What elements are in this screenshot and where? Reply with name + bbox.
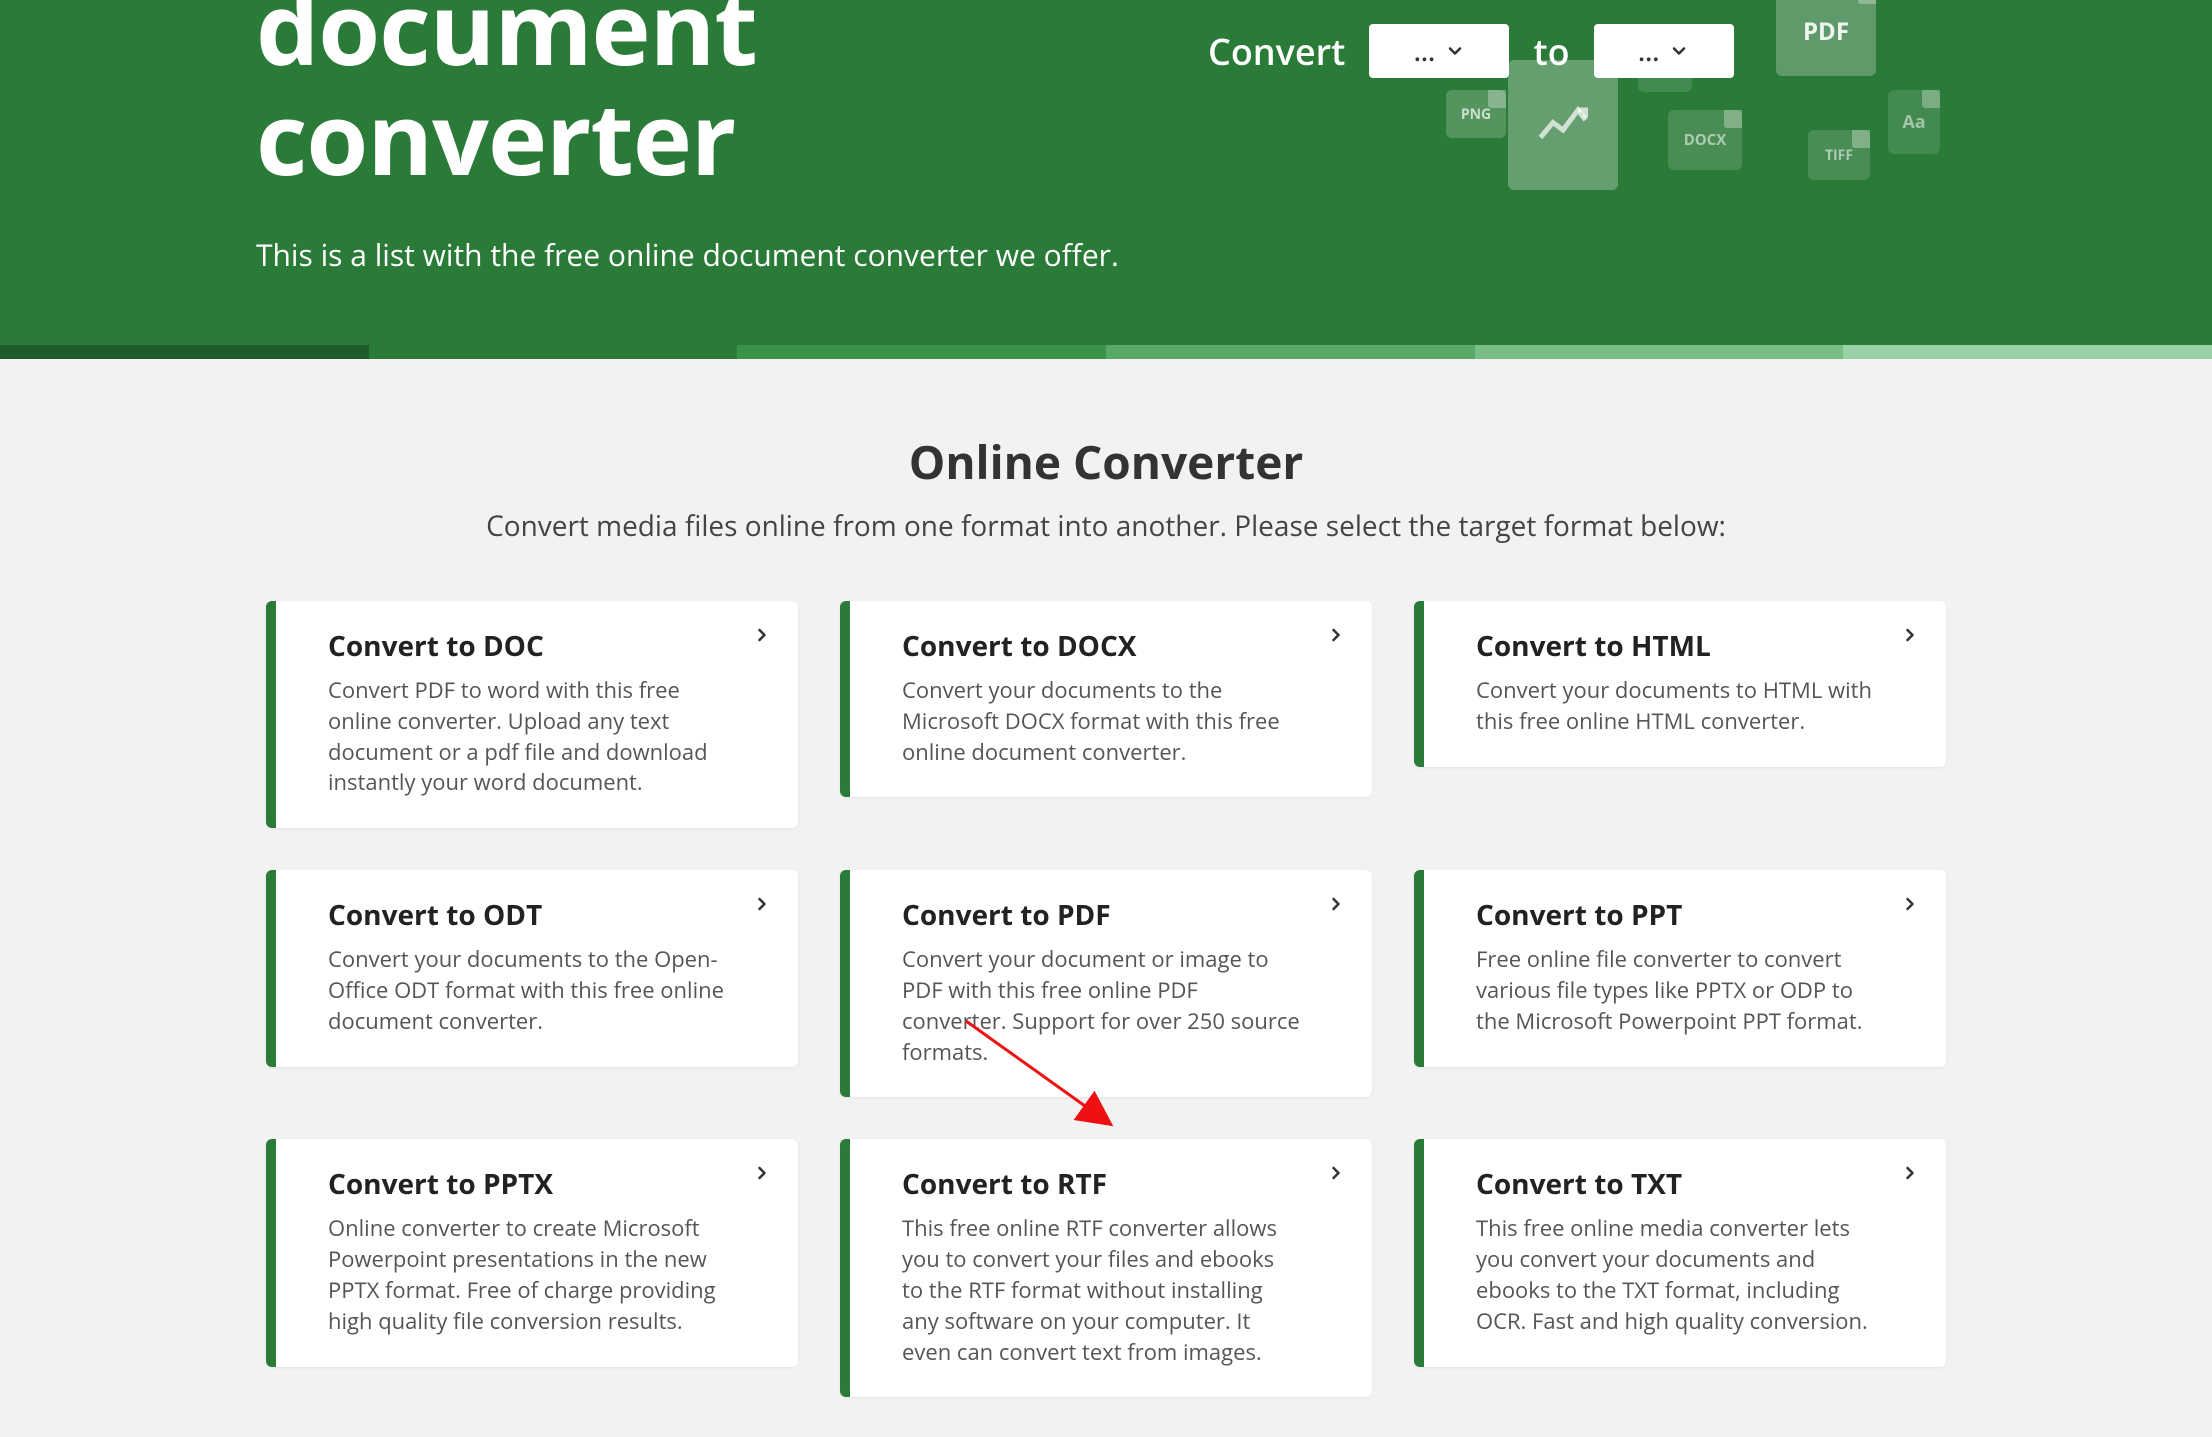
card-description: This free online RTF converter allows yo… <box>902 1213 1300 1367</box>
card-description: Convert your document or image to PDF wi… <box>902 944 1300 1067</box>
card-title: Convert to PPTX <box>328 1165 726 1203</box>
title-line-2: converter <box>256 69 735 205</box>
convert-label: Convert <box>1208 27 1345 76</box>
card-convert-to-odt[interactable]: Convert to ODT Convert your documents to… <box>266 870 798 1066</box>
convert-bar: Convert ... to ... <box>1208 24 1956 78</box>
chevron-right-icon <box>752 894 772 919</box>
chevron-right-icon <box>1326 1163 1346 1188</box>
section-subtitle: Convert media files online from one form… <box>266 507 1946 545</box>
chart-file-icon <box>1508 60 1618 190</box>
page-title: document converter <box>256 0 1208 192</box>
card-convert-to-doc[interactable]: Convert to DOC Convert PDF to word with … <box>266 601 798 828</box>
chevron-right-icon <box>752 625 772 650</box>
chevron-right-icon <box>1900 625 1920 650</box>
chevron-right-icon <box>1900 894 1920 919</box>
chevron-down-icon <box>1445 33 1465 69</box>
card-convert-to-pptx[interactable]: Convert to PPTX Online converter to crea… <box>266 1139 798 1366</box>
card-convert-to-pdf[interactable]: Convert to PDF Convert your document or … <box>840 870 1372 1097</box>
card-title: Convert to TXT <box>1476 1165 1874 1203</box>
card-title: Convert to RTF <box>902 1165 1300 1203</box>
card-title: Convert to PPT <box>1476 896 1874 934</box>
card-title: Convert to PDF <box>902 896 1300 934</box>
card-description: Convert PDF to word with this free onlin… <box>328 675 726 798</box>
card-description: Convert your documents to HTML with this… <box>1476 675 1874 737</box>
convert-to-value: ... <box>1638 33 1659 69</box>
to-label: to <box>1533 27 1569 76</box>
card-convert-to-txt[interactable]: Convert to TXT This free online media co… <box>1414 1139 1946 1366</box>
chevron-right-icon <box>1900 1163 1920 1188</box>
card-description: Free online file converter to convert va… <box>1476 944 1874 1036</box>
card-description: This free online media converter lets yo… <box>1476 1213 1874 1336</box>
card-title: Convert to DOCX <box>902 627 1300 665</box>
convert-to-select[interactable]: ... <box>1594 24 1734 78</box>
chevron-right-icon <box>1326 625 1346 650</box>
card-convert-to-rtf[interactable]: Convert to RTF This free online RTF conv… <box>840 1139 1372 1397</box>
convert-from-value: ... <box>1414 33 1435 69</box>
tiff-file-icon: TIFF <box>1808 130 1870 180</box>
chevron-down-icon <box>1669 33 1689 69</box>
hero-banner: document converter This is a list with t… <box>0 0 2212 345</box>
converter-cards-grid: Convert to DOC Convert PDF to word with … <box>266 601 1946 1397</box>
card-convert-to-html[interactable]: Convert to HTML Convert your documents t… <box>1414 601 1946 767</box>
chevron-right-icon <box>1326 894 1346 919</box>
card-description: Convert your documents to the Open-Offic… <box>328 944 726 1036</box>
section-title: Online Converter <box>266 431 1946 493</box>
card-title: Convert to ODT <box>328 896 726 934</box>
docx-file-icon: DOCX <box>1668 110 1742 170</box>
card-title: Convert to HTML <box>1476 627 1874 665</box>
page-subtitle: This is a list with the free online docu… <box>256 234 1208 275</box>
color-band <box>0 345 2212 359</box>
card-convert-to-docx[interactable]: Convert to DOCX Convert your documents t… <box>840 601 1372 797</box>
png-file-icon: PNG <box>1446 90 1506 138</box>
card-title: Convert to DOC <box>328 627 726 665</box>
convert-from-select[interactable]: ... <box>1369 24 1509 78</box>
main-content: Online Converter Convert media files onl… <box>226 359 1986 1437</box>
card-description: Online converter to create Microsoft Pow… <box>328 1213 726 1336</box>
chevron-right-icon <box>752 1163 772 1188</box>
font-file-icon: Aa <box>1888 90 1940 154</box>
card-convert-to-ppt[interactable]: Convert to PPT Free online file converte… <box>1414 870 1946 1066</box>
card-description: Convert your documents to the Microsoft … <box>902 675 1300 767</box>
